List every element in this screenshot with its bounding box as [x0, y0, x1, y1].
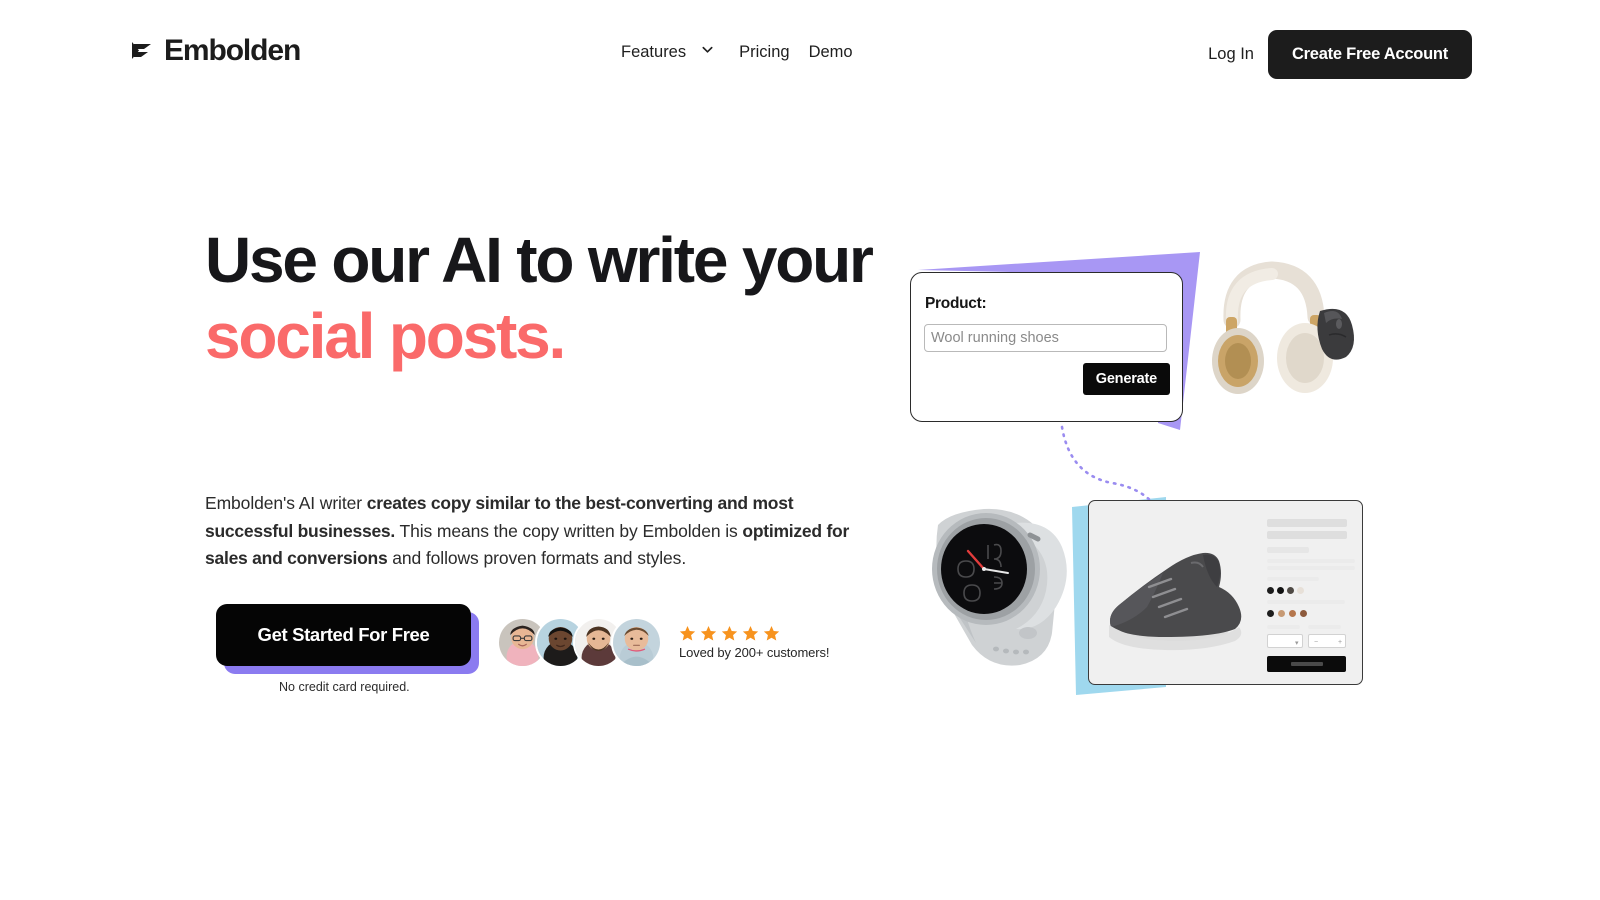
- avatar-group: [497, 617, 662, 668]
- headline-line-2: your: [741, 222, 1112, 312]
- star-icon: [742, 626, 759, 641]
- page-title: Use our AI to write your social posts.: [205, 222, 1112, 374]
- avatar-customer-4: [613, 619, 660, 666]
- login-link[interactable]: Log In: [1208, 45, 1254, 64]
- site-header: Embolden Features Pricing Demo Log In Cr…: [0, 0, 1600, 108]
- quantity-stepper[interactable]: − +: [1308, 634, 1346, 648]
- rating-block: Loved by 200+ customers!: [679, 625, 830, 660]
- social-proof: Loved by 200+ customers!: [497, 617, 830, 668]
- create-free-account-button[interactable]: Create Free Account: [1267, 30, 1472, 79]
- headphones-image: [1212, 261, 1333, 394]
- hero-cta-block: Get Started For Free No credit card requ…: [216, 604, 479, 694]
- color-swatch[interactable]: [1267, 587, 1274, 594]
- skeleton-text-line: [1267, 559, 1355, 563]
- hero-text-block: Use our AI to write your social posts.: [205, 222, 1112, 374]
- star-icon: [763, 626, 780, 641]
- headline-line-1: Use our AI to write: [205, 224, 728, 296]
- product-label: Product:: [925, 295, 987, 312]
- product-page-mockup: ▾ − +: [1088, 500, 1363, 685]
- nav-item-pricing[interactable]: Pricing: [739, 43, 789, 62]
- chevron-down-icon[interactable]: [700, 42, 739, 62]
- star-icon: [679, 626, 696, 641]
- headline-accent: social posts.: [205, 300, 566, 372]
- main-nav: Features Pricing Demo: [621, 42, 853, 62]
- star-rating: [679, 625, 829, 642]
- size-swatch[interactable]: [1278, 610, 1285, 617]
- subcopy-part-1: Embolden's AI writer: [205, 493, 367, 513]
- subcopy-part-3: and follows proven formats and styles.: [387, 548, 687, 568]
- color-swatch[interactable]: [1287, 587, 1294, 594]
- skeleton-field-label: [1308, 625, 1341, 629]
- subcopy-part-2: This means the copy written by Embolden …: [395, 520, 743, 541]
- star-icon: [721, 626, 738, 641]
- skeleton-text-line: [1267, 577, 1319, 581]
- skeleton-text-line: [1267, 566, 1355, 570]
- color-swatch[interactable]: [1297, 587, 1304, 594]
- size-swatch[interactable]: [1300, 610, 1307, 617]
- hero-subcopy: Embolden's AI writer creates copy simila…: [205, 490, 885, 573]
- generate-button[interactable]: Generate: [1082, 363, 1170, 395]
- hero-illustration: Product: Generate: [880, 225, 1440, 725]
- running-shoe-image: [1109, 552, 1242, 651]
- smartwatch-image: [932, 508, 1067, 666]
- skeleton-title-line-1: [1267, 519, 1347, 527]
- skeleton-title-line-2: [1267, 531, 1347, 539]
- landing-page: Embolden Features Pricing Demo Log In Cr…: [0, 0, 1600, 900]
- size-select[interactable]: ▾: [1267, 634, 1303, 648]
- nav-item-demo[interactable]: Demo: [809, 43, 853, 62]
- add-to-cart-button[interactable]: [1267, 656, 1346, 672]
- cta-note: No credit card required.: [279, 680, 410, 694]
- product-generator-card: Product: Generate: [910, 272, 1183, 422]
- brand-logo[interactable]: Embolden: [131, 34, 301, 67]
- header-actions: Log In Create Free Account: [1208, 30, 1472, 79]
- embolden-arrow-icon: [131, 36, 157, 66]
- size-swatch[interactable]: [1289, 610, 1296, 617]
- nav-item-features[interactable]: Features: [621, 43, 686, 62]
- dotted-curve-connector: [1060, 425, 1158, 509]
- avatar: [611, 617, 662, 668]
- star-icon: [700, 626, 717, 641]
- brand-name: Embolden: [164, 34, 301, 67]
- product-input[interactable]: [924, 324, 1167, 352]
- skeleton-price: [1267, 547, 1309, 553]
- color-swatch[interactable]: [1277, 587, 1284, 594]
- skeleton-text-line: [1267, 600, 1345, 604]
- size-swatch[interactable]: [1267, 610, 1274, 617]
- headline-line-2-text: your: [741, 224, 874, 296]
- social-proof-caption: Loved by 200+ customers!: [679, 645, 830, 660]
- skeleton-field-label: [1267, 625, 1300, 629]
- get-started-button[interactable]: Get Started For Free: [216, 604, 471, 666]
